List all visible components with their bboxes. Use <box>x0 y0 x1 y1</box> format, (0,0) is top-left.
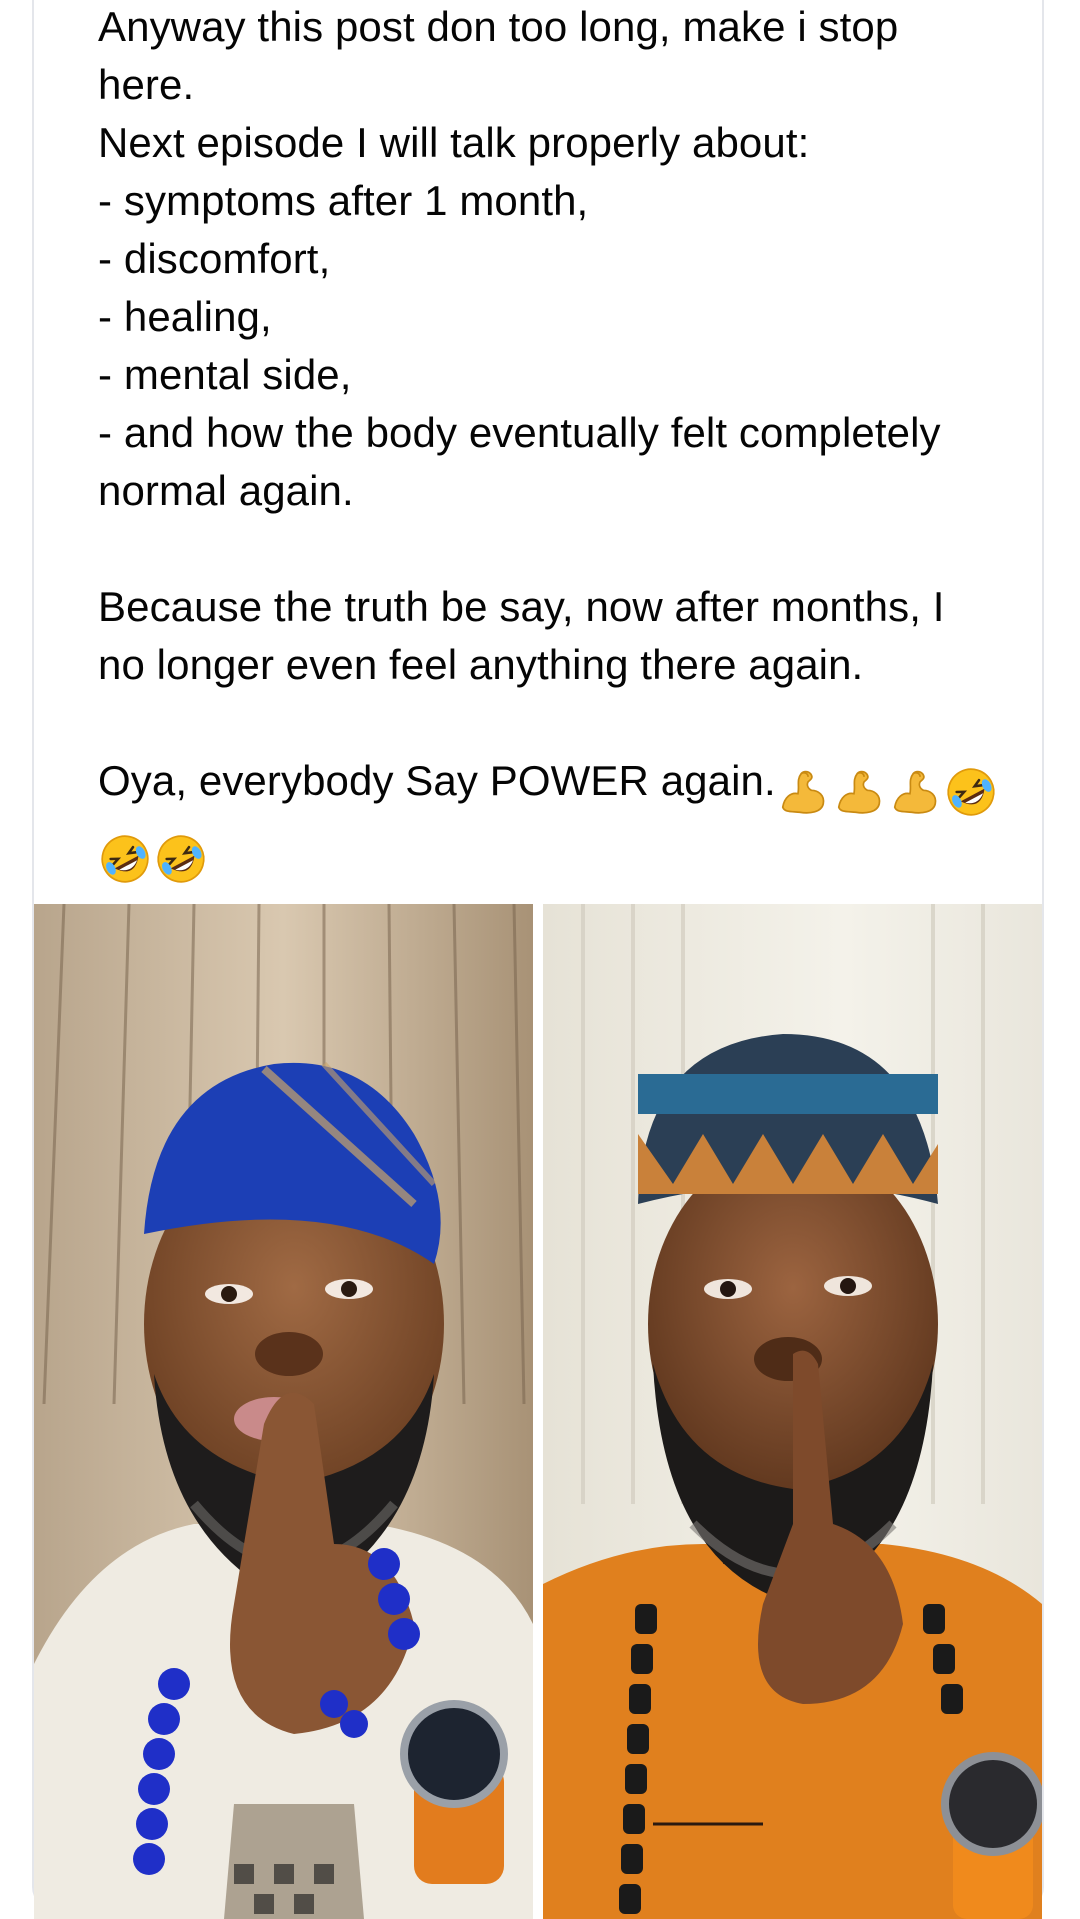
post-line-emoji <box>98 819 1038 886</box>
post-line: - symptoms after 1 month, <box>98 177 589 224</box>
post-line: - and how the body eventually felt compl… <box>98 409 941 456</box>
power-text: Oya, everybody Say POWER again. <box>98 757 776 804</box>
rolling-on-floor-laughing-icon <box>944 765 998 819</box>
post-line: no longer even feel anything there again… <box>98 641 864 688</box>
emoji-run-1 <box>776 760 1000 819</box>
photo-left[interactable] <box>34 904 533 1919</box>
rolling-on-floor-laughing-icon <box>154 832 208 886</box>
post-line: - discomfort, <box>98 235 331 282</box>
post-line: Next episode I will talk properly about: <box>98 119 810 166</box>
rolling-on-floor-laughing-icon <box>98 832 152 886</box>
post-line: here. <box>98 61 195 108</box>
post-line: Because the truth be say, now after mont… <box>98 583 945 630</box>
flexed-biceps-icon <box>832 765 886 819</box>
post-text: Anyway this post don too long, make i st… <box>98 0 1038 886</box>
emoji-run-2 <box>98 827 210 886</box>
photo-right[interactable] <box>543 904 1042 1919</box>
flexed-biceps-icon <box>776 765 830 819</box>
flexed-biceps-icon <box>888 765 942 819</box>
photo-grid <box>32 904 1044 1919</box>
post-line: normal again. <box>98 467 354 514</box>
post-line-power: Oya, everybody Say POWER again. <box>98 752 1038 819</box>
post-line: - mental side, <box>98 351 352 398</box>
post-line: Anyway this post don too long, make i st… <box>98 3 899 50</box>
post-line: - healing, <box>98 293 272 340</box>
